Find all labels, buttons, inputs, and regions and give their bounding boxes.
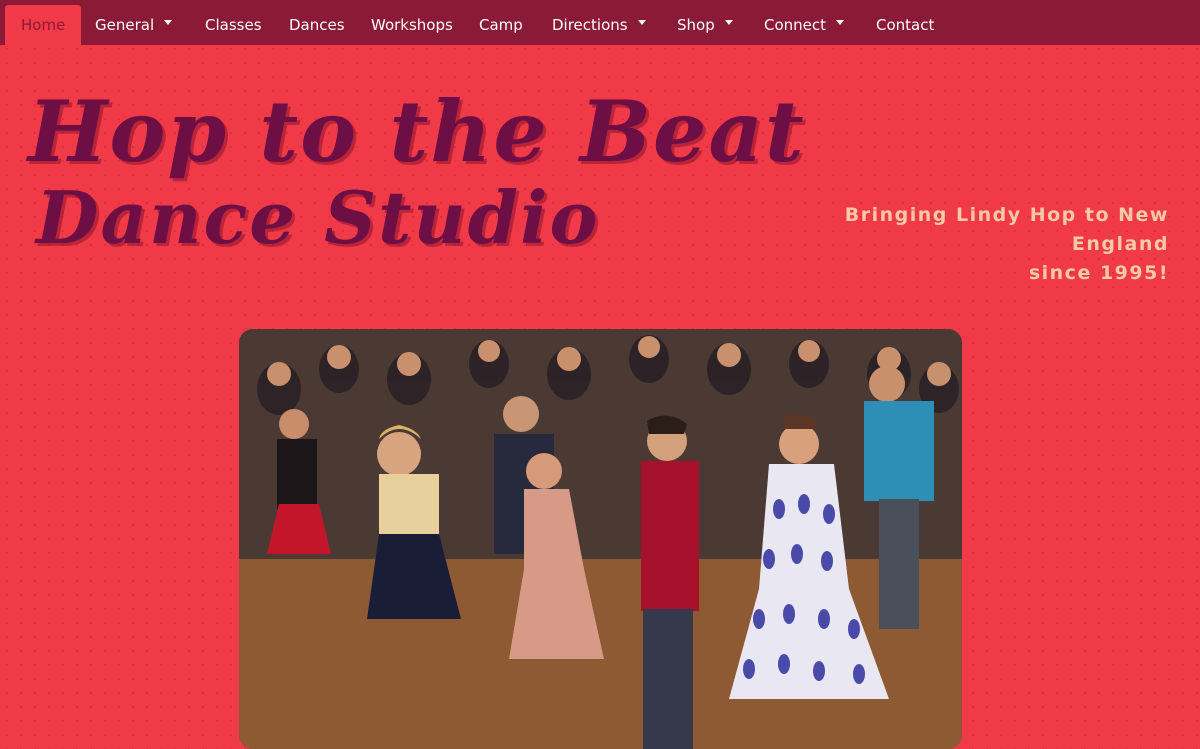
tagline-line1: Bringing Lindy Hop to New England (844, 204, 1169, 255)
nav-contact-label: Contact (876, 16, 935, 34)
nav-classes-label: Classes (205, 16, 262, 34)
dancers-image (239, 329, 962, 749)
site-title-line2: Dance Studio (36, 175, 600, 260)
nav-directions-label: Directions (552, 16, 628, 34)
nav-workshops-label: Workshops (371, 16, 453, 34)
nav-dances-label: Dances (289, 16, 345, 34)
nav-shop-label: Shop (677, 16, 715, 34)
tagline-line2: since 1995! (1028, 262, 1169, 284)
nav-connect-label: Connect (764, 16, 827, 34)
chevron-down-icon (164, 20, 173, 25)
nav-home[interactable]: Home (5, 5, 82, 45)
site-logo-title[interactable]: Hop to the Beat Dance Studio (28, 84, 806, 256)
hero-photo-dancers (239, 329, 962, 749)
nav-home-label: Home (21, 16, 66, 34)
nav-general-label: General (95, 16, 155, 34)
nav-contact[interactable]: Contact (876, 5, 934, 45)
chevron-down-icon (836, 20, 845, 25)
nav-connect[interactable]: Connect (764, 5, 845, 45)
nav-shop[interactable]: Shop (677, 5, 733, 45)
main-navbar: Home General Classes Dances Workshops Ca… (0, 0, 1200, 45)
nav-classes[interactable]: Classes (205, 5, 262, 45)
nav-camp[interactable]: Camp (479, 5, 523, 45)
nav-general[interactable]: General (95, 5, 173, 45)
nav-directions[interactable]: Directions (552, 5, 646, 45)
site-tagline: Bringing Lindy Hop to New England since … (749, 201, 1169, 288)
nav-dances[interactable]: Dances (289, 5, 345, 45)
nav-camp-label: Camp (479, 16, 523, 34)
site-title-line1: Hop to the Beat (28, 82, 806, 181)
chevron-down-icon (637, 20, 646, 25)
nav-workshops[interactable]: Workshops (371, 5, 453, 45)
chevron-down-icon (724, 20, 733, 25)
